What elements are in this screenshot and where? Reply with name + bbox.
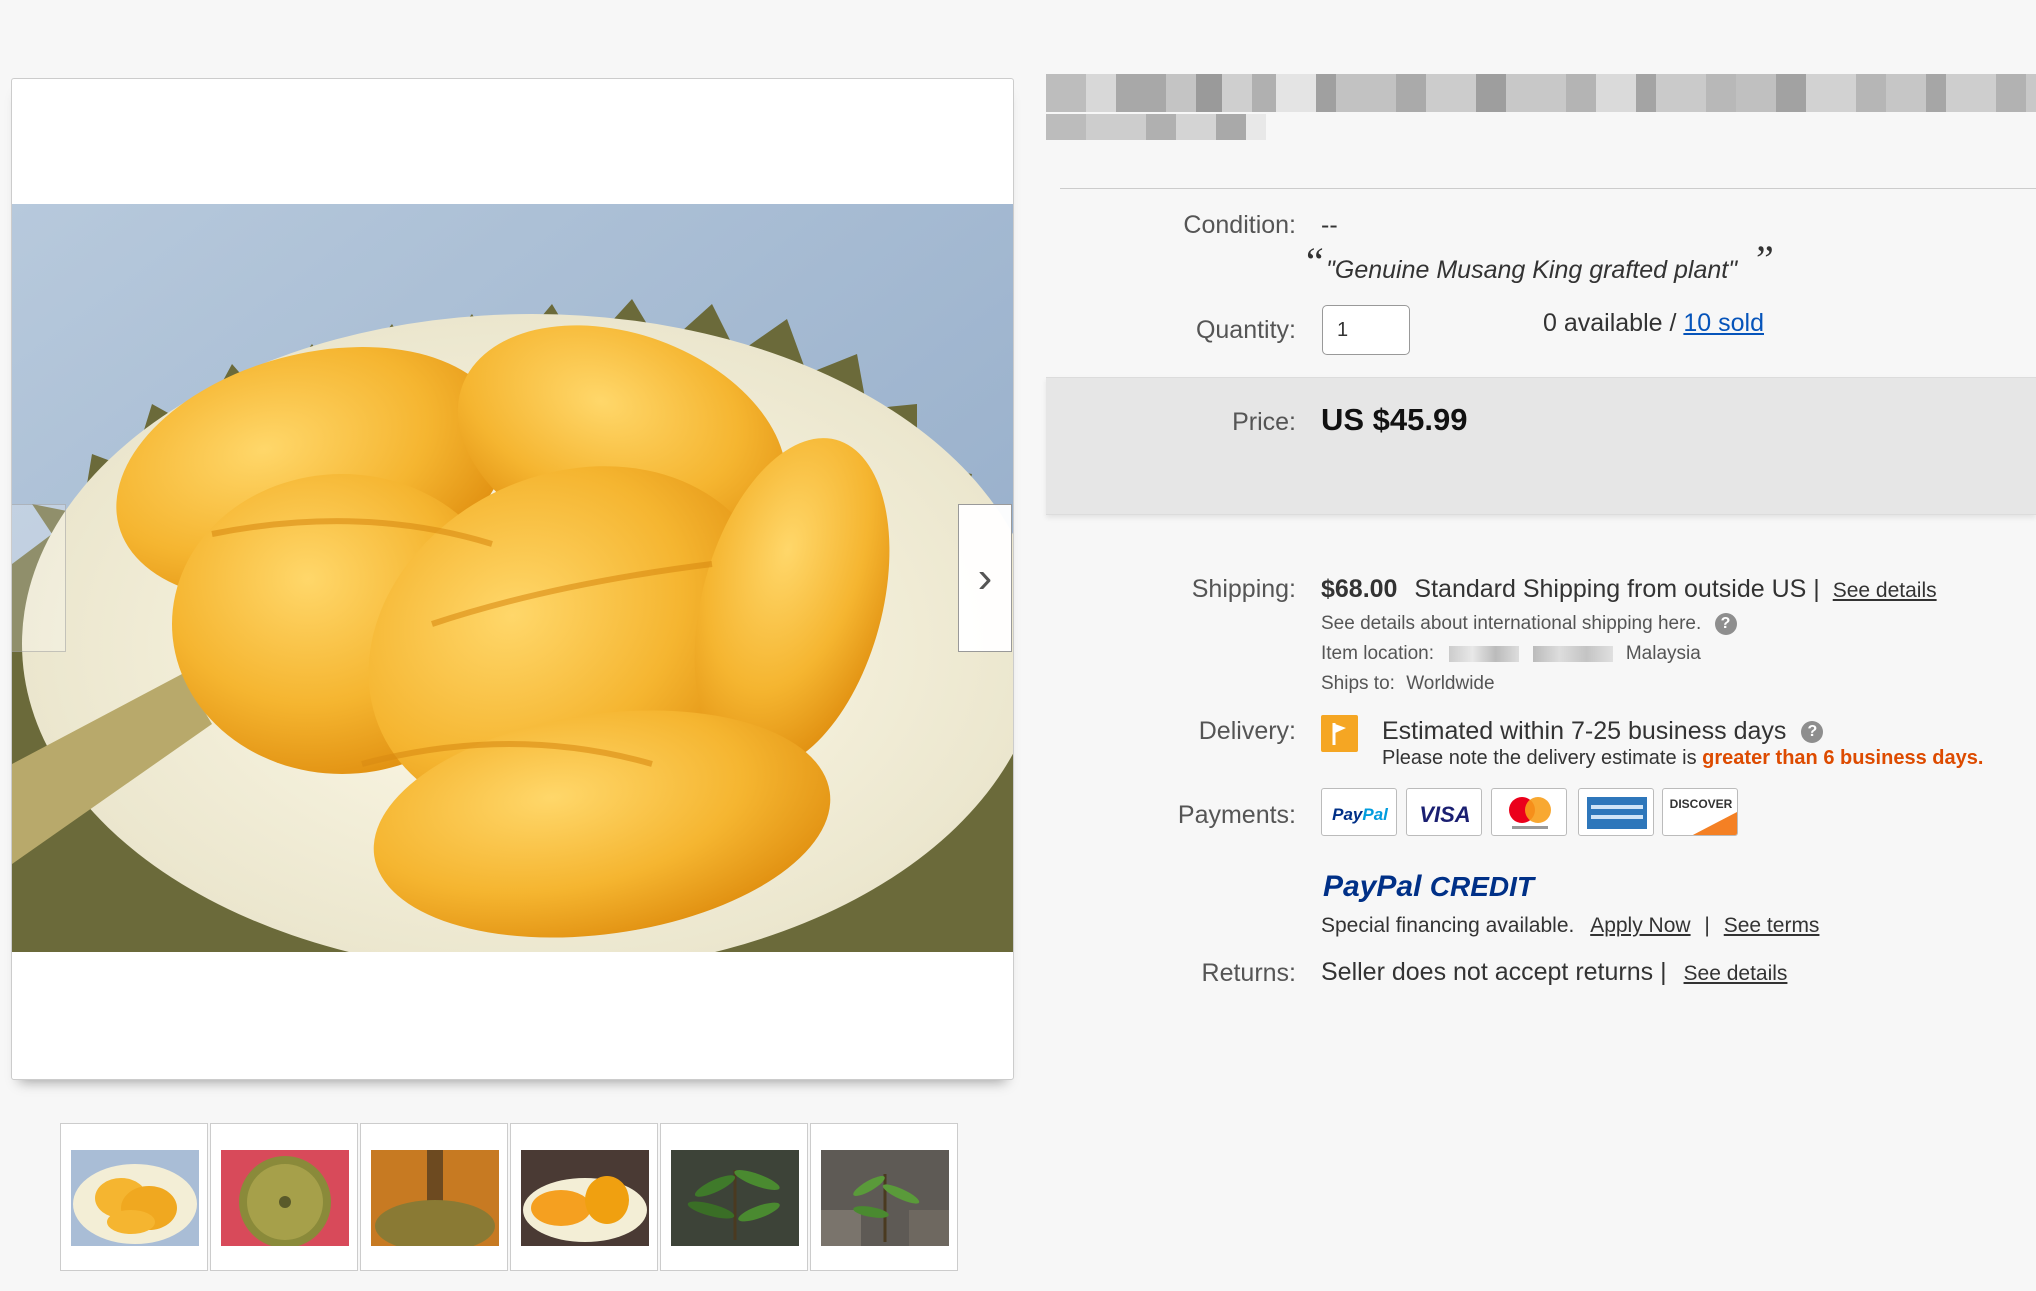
close-quote-icon: ”	[1756, 237, 1774, 282]
available-count: 0 available /	[1543, 309, 1684, 337]
paypal-credit-brand-2: CREDIT	[1429, 871, 1534, 902]
thumbnail-durian-shell[interactable]	[210, 1123, 358, 1271]
main-product-photo[interactable]	[12, 204, 1013, 952]
thumbnail-durian-flesh[interactable]	[60, 1123, 208, 1271]
thumbnail-durian-plant[interactable]	[660, 1123, 808, 1271]
help-icon[interactable]: ?	[1801, 721, 1824, 744]
price-label: Price:	[1232, 408, 1296, 436]
quantity-label: Quantity:	[1195, 316, 1296, 344]
apply-now-link[interactable]: Apply Now	[1590, 914, 1690, 937]
delivery-estimate: Estimated within 7-25 business days	[1382, 717, 1787, 745]
open-quote-icon: “	[1306, 239, 1324, 284]
gallery-next-arrow[interactable]: ›	[958, 504, 1012, 652]
payments-label: Payments:	[1177, 801, 1296, 829]
mastercard-card-icon	[1491, 788, 1567, 836]
delivery-note-prefix: Please note the delivery estimate is	[1382, 747, 1697, 769]
thumbnail-image	[821, 1150, 949, 1246]
visa-card-icon: VISA	[1406, 788, 1482, 836]
main-image-frame: ›	[11, 78, 1014, 1080]
thumbnail-image	[221, 1150, 349, 1246]
delivery-label: Delivery:	[1198, 717, 1296, 745]
location-region-redacted	[1532, 645, 1613, 662]
delivery-note: Please note the delivery estimate is gre…	[1382, 747, 1983, 770]
financing-line: Special financing available. Apply Now |…	[1321, 914, 1819, 938]
shipping-line: $68.00 Standard Shipping from outside US…	[1321, 575, 1937, 604]
returns-line: Seller does not accept returns | See det…	[1321, 958, 1787, 987]
shipping-see-details-link[interactable]: See details	[1833, 579, 1937, 602]
svg-text:DISCOVER: DISCOVER	[1670, 797, 1733, 811]
thumbnail-image	[371, 1150, 499, 1246]
title-divider	[1060, 188, 2036, 189]
help-icon[interactable]: ?	[1714, 613, 1737, 635]
intl-shipping-note: See details about international shipping…	[1321, 613, 1737, 635]
ships-to: Ships to: Worldwide	[1321, 673, 1495, 695]
returns-label: Returns:	[1201, 959, 1296, 987]
quantity-input[interactable]	[1322, 305, 1410, 355]
link-separator: |	[1704, 914, 1710, 937]
delivery-estimate-line: Estimated within 7-25 business days ?	[1382, 717, 1824, 746]
intl-shipping-text: See details about international shipping…	[1321, 613, 1702, 635]
paypal-card-icon: PayPal	[1321, 788, 1397, 836]
thumbnail-strip	[60, 1123, 960, 1271]
thumbnail-image	[521, 1150, 649, 1246]
ships-to-value: Worldwide	[1406, 673, 1495, 694]
chevron-right-icon: ›	[977, 553, 993, 602]
svg-text:PayPal: PayPal	[1332, 805, 1389, 824]
amex-card-icon	[1578, 788, 1654, 836]
ships-to-label: Ships to:	[1321, 673, 1395, 694]
condition-value: --	[1321, 211, 1338, 239]
thumbnail-durian-halved[interactable]	[510, 1123, 658, 1271]
financing-text: Special financing available.	[1321, 914, 1575, 937]
condition-label: Condition:	[1183, 211, 1296, 239]
thumbnail-image	[71, 1150, 199, 1246]
thumbnail-durian-stem[interactable]	[360, 1123, 508, 1271]
paypal-credit-logo: PayPal CREDIT	[1323, 870, 1534, 904]
see-terms-link[interactable]: See terms	[1724, 914, 1820, 937]
shipping-label: Shipping:	[1191, 575, 1296, 603]
shipping-method: Standard Shipping from outside US |	[1414, 575, 1820, 603]
item-location-label: Item location:	[1321, 643, 1434, 664]
item-location: Item location: Malaysia	[1321, 643, 1701, 665]
returns-see-details-link[interactable]: See details	[1684, 962, 1788, 985]
delivery-flag-icon	[1321, 715, 1358, 752]
item-title-redacted	[1046, 74, 2036, 140]
condition-quote: "Genuine Musang King grafted plant"	[1326, 256, 1738, 284]
thumbnail-durian-plant-pot[interactable]	[810, 1123, 958, 1271]
price-value: US $45.99	[1321, 402, 1468, 437]
delivery-note-highlight: greater than 6 business days.	[1702, 747, 1984, 769]
availability-text: 0 available / 10 sold	[1543, 309, 1764, 338]
shipping-cost: $68.00	[1321, 575, 1398, 603]
discover-card-icon: DISCOVER	[1662, 788, 1738, 836]
gallery-prev-arrow[interactable]	[12, 504, 66, 652]
svg-text:VISA: VISA	[1419, 802, 1470, 827]
sold-count-link[interactable]: 10 sold	[1683, 309, 1764, 337]
item-location-country: Malaysia	[1625, 643, 1701, 664]
price-box	[1046, 377, 2036, 515]
returns-value: Seller does not accept returns |	[1321, 958, 1667, 986]
paypal-credit-brand-1: PayPal	[1323, 870, 1422, 903]
thumbnail-image	[671, 1150, 799, 1246]
location-city-redacted	[1449, 645, 1520, 662]
